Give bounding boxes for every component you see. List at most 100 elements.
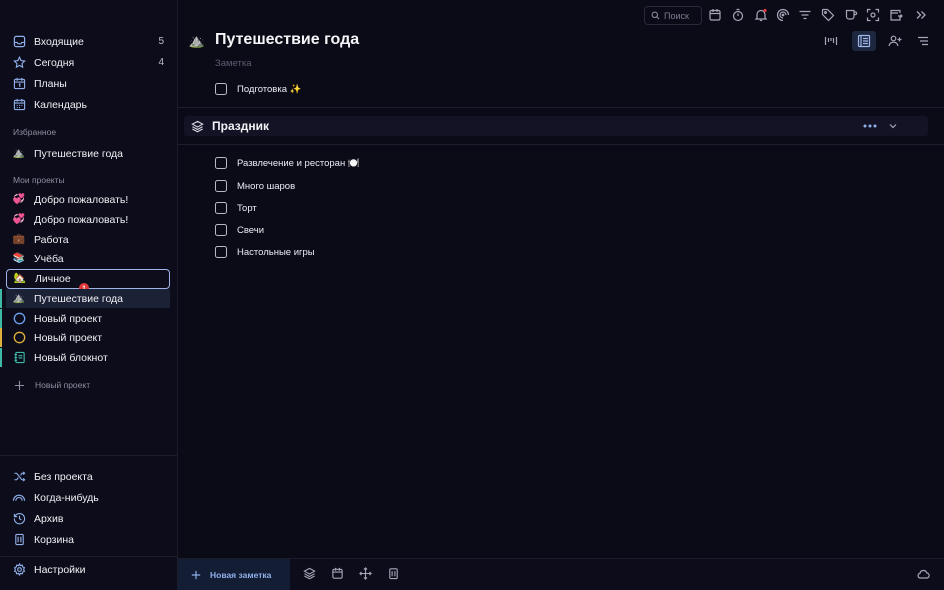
mountain-emoji-icon: ⛰️ [12,292,26,304]
sidebar-item-label: Планы [34,77,67,90]
project-item-welcome-2[interactable]: 💞 Добро пожаловать! [6,210,170,229]
task-item[interactable]: Много шаров [215,179,295,193]
sidebar-item-label: Архив [34,512,64,525]
section-divider [178,144,944,145]
task-checkbox[interactable] [215,246,227,258]
move-icon[interactable] [359,567,373,581]
project-item-trip[interactable]: ⛰️ Путешествие года [6,289,170,308]
projects-header: Мои проекты [13,175,65,185]
task-checkbox[interactable] [215,83,227,95]
task-item[interactable]: Настольные игры [215,245,315,259]
project-item-new-2[interactable]: Новый проект [6,328,170,347]
project-item-welcome-1[interactable]: 💞 Добро пожаловать! [6,190,170,209]
board-view-button[interactable] [819,31,843,51]
project-label: Новый проект [34,312,103,325]
plus-icon [12,378,26,392]
sidebar-divider [0,556,178,557]
calendar-export-icon[interactable] [889,8,905,24]
sidebar-item-trash[interactable]: Корзина [6,530,170,549]
project-item-study[interactable]: 📚 Учёба [6,249,170,268]
sidebar-item-someday[interactable]: Когда-нибудь [6,488,170,507]
more-icon[interactable] [862,120,878,132]
circle-icon [12,312,26,326]
house-emoji-icon: 🏡 [13,273,27,284]
filter-icon[interactable] [798,8,814,24]
project-label: Добро пожаловать! [34,213,129,226]
task-label: Настольные игры [237,246,315,258]
project-item-work[interactable]: 💼 Работа [6,230,170,249]
task-label: Развлечение и ресторан 🍽️ [237,157,360,169]
timer-icon[interactable] [731,8,747,24]
sidebar-item-inbox[interactable]: Входящие 5 [6,32,170,51]
new-note-button[interactable]: Новая заметка [178,559,290,590]
coffee-icon[interactable] [844,8,860,24]
task-checkbox[interactable] [215,180,227,192]
notebook-icon [12,351,26,365]
expand-icon[interactable] [914,8,930,24]
task-item[interactable]: Подготовка ✨ [215,82,301,96]
project-item-new-1[interactable]: Новый проект [6,309,170,328]
task-label: Подготовка ✨ [237,83,302,95]
new-project-label: Новый проект [35,380,91,390]
task-item[interactable]: Развлечение и ресторан 🍽️ [215,156,360,170]
favorites-header: Избранное [13,127,57,137]
bottom-toolbar: Новая заметка [178,558,944,590]
project-note[interactable]: Заметка [215,58,252,69]
project-color-bar [0,328,2,347]
menu-icon[interactable] [911,31,935,51]
search-input[interactable]: Поиск [644,6,702,25]
page-title[interactable]: Путешествие года [215,31,359,49]
sidebar-item-label: Путешествие года [34,147,124,160]
app-window: Входящие 5 Сегодня 4 Планы Календарь Изб… [0,0,944,590]
new-project-button[interactable]: Новый проект [12,378,90,392]
sidebar-item-label: Когда-нибудь [34,491,99,504]
chevron-down-icon[interactable] [887,120,899,132]
sidebar-item-today[interactable]: Сегодня 4 [6,53,170,72]
task-checkbox[interactable] [215,157,227,169]
trash-icon[interactable] [387,567,401,581]
project-label: Путешествие года [34,292,124,305]
task-checkbox[interactable] [215,224,227,236]
project-label: Работа [34,233,69,246]
circle-icon [12,331,26,345]
project-color-bar [0,348,2,367]
sidebar-item-calendar[interactable]: Календарь [6,95,170,114]
focus-icon[interactable] [776,8,792,24]
hearts-emoji-icon: 💞 [12,213,26,225]
section-divider [178,107,944,108]
books-emoji-icon: 📚 [12,252,26,264]
section-header[interactable]: Праздник [184,116,928,136]
tag-icon[interactable] [821,8,837,24]
sidebar: Входящие 5 Сегодня 4 Планы Календарь Изб… [0,0,178,590]
history-icon [12,512,26,526]
task-item[interactable]: Торт [215,201,257,215]
add-member-button[interactable] [883,31,907,51]
hearts-emoji-icon: 💞 [12,193,26,205]
sidebar-divider [0,455,178,456]
project-color-bar [0,289,2,308]
bell-icon[interactable] [754,8,770,24]
project-color-bar [0,309,2,328]
screenshot-icon[interactable] [866,8,882,24]
mountain-emoji-icon: ⛰️ [188,32,206,48]
project-item-notebook[interactable]: Новый блокнот [6,348,170,367]
task-checkbox[interactable] [215,202,227,214]
calendar-icon[interactable] [708,8,724,24]
list-view-button[interactable] [852,31,876,51]
sidebar-item-label: Корзина [34,533,74,546]
task-item[interactable]: Свечи [215,223,264,237]
favorite-item-trip[interactable]: ⛰️ Путешествие года [6,144,170,163]
sidebar-item-archive[interactable]: Архив [6,509,170,528]
cloud-icon[interactable] [916,567,930,581]
settings-button[interactable]: Настройки [6,560,170,579]
star-icon [12,56,26,70]
sidebar-item-label: Сегодня [34,56,75,69]
calendar-icon[interactable] [331,567,345,581]
sidebar-item-plans[interactable]: Планы [6,74,170,93]
trash-icon [12,533,26,547]
main-panel: Поиск ⛰️ Путешествие года Заметка Подгот… [178,0,944,590]
sidebar-item-no-project[interactable]: Без проекта [6,467,170,486]
calendar-icon [12,98,26,112]
project-label: Добро пожаловать! [34,193,129,206]
layers-icon[interactable] [303,567,317,581]
